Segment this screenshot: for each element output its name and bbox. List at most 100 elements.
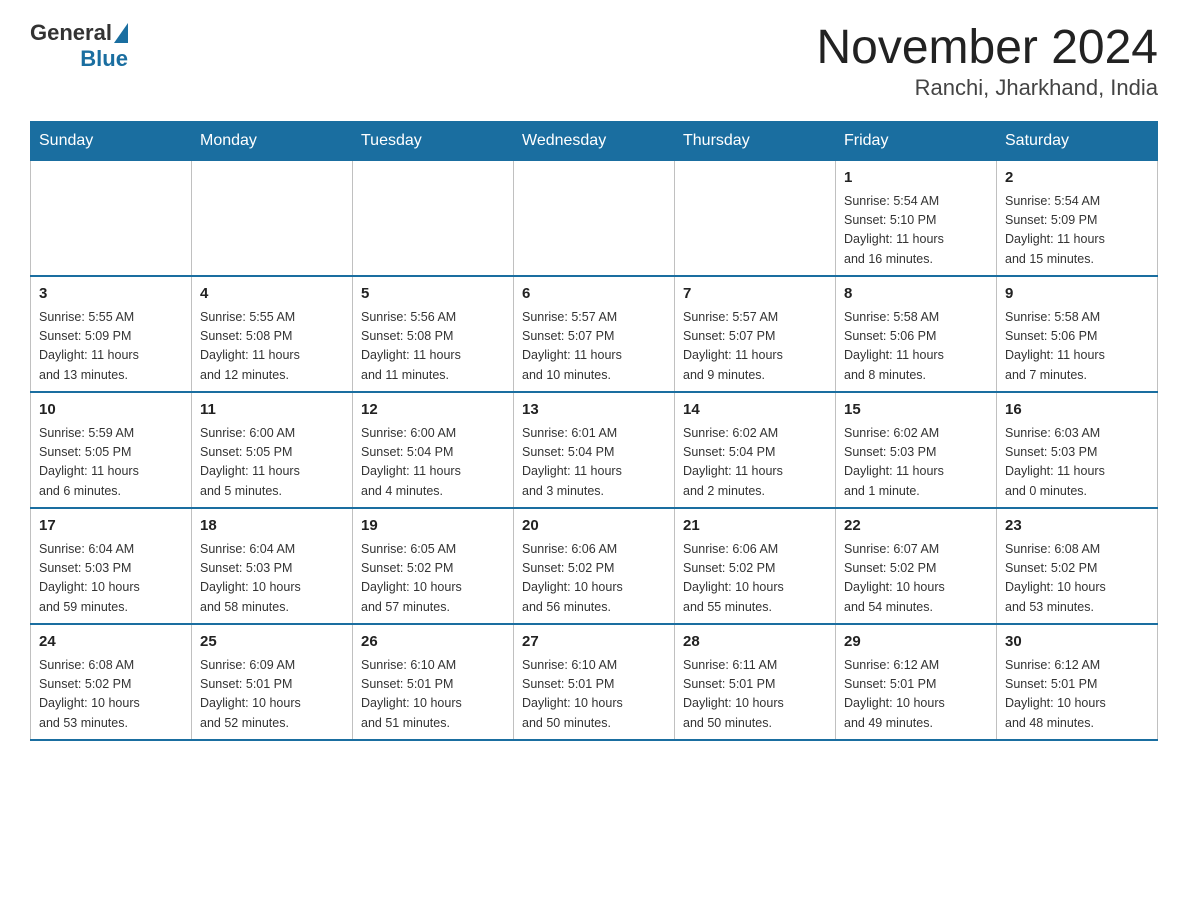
- day-info: Sunrise: 5:58 AMSunset: 5:06 PMDaylight:…: [1005, 308, 1149, 386]
- logo-blue-text: Blue: [80, 46, 128, 71]
- day-info: Sunrise: 5:57 AMSunset: 5:07 PMDaylight:…: [683, 308, 827, 386]
- day-number: 5: [361, 283, 505, 306]
- day-cell: [192, 161, 353, 277]
- day-info: Sunrise: 6:09 AMSunset: 5:01 PMDaylight:…: [200, 656, 344, 734]
- day-info: Sunrise: 6:08 AMSunset: 5:02 PMDaylight:…: [1005, 540, 1149, 618]
- day-info: Sunrise: 6:07 AMSunset: 5:02 PMDaylight:…: [844, 540, 988, 618]
- day-info: Sunrise: 6:08 AMSunset: 5:02 PMDaylight:…: [39, 656, 183, 734]
- day-info: Sunrise: 6:00 AMSunset: 5:04 PMDaylight:…: [361, 424, 505, 502]
- day-info: Sunrise: 6:10 AMSunset: 5:01 PMDaylight:…: [522, 656, 666, 734]
- day-number: 4: [200, 283, 344, 306]
- logo: General Blue: [30, 20, 128, 72]
- day-number: 23: [1005, 515, 1149, 538]
- day-info: Sunrise: 6:05 AMSunset: 5:02 PMDaylight:…: [361, 540, 505, 618]
- calendar-title: November 2024: [816, 20, 1158, 75]
- day-info: Sunrise: 5:56 AMSunset: 5:08 PMDaylight:…: [361, 308, 505, 386]
- week-row-4: 17Sunrise: 6:04 AMSunset: 5:03 PMDayligh…: [31, 508, 1158, 624]
- day-number: 20: [522, 515, 666, 538]
- day-cell: 19Sunrise: 6:05 AMSunset: 5:02 PMDayligh…: [353, 508, 514, 624]
- logo-triangle-icon: [114, 23, 128, 43]
- weekday-header-thursday: Thursday: [675, 122, 836, 161]
- day-info: Sunrise: 6:04 AMSunset: 5:03 PMDaylight:…: [200, 540, 344, 618]
- day-number: 21: [683, 515, 827, 538]
- day-cell: 20Sunrise: 6:06 AMSunset: 5:02 PMDayligh…: [514, 508, 675, 624]
- day-cell: 5Sunrise: 5:56 AMSunset: 5:08 PMDaylight…: [353, 276, 514, 392]
- day-cell: 3Sunrise: 5:55 AMSunset: 5:09 PMDaylight…: [31, 276, 192, 392]
- day-cell: 25Sunrise: 6:09 AMSunset: 5:01 PMDayligh…: [192, 624, 353, 740]
- day-cell: 15Sunrise: 6:02 AMSunset: 5:03 PMDayligh…: [836, 392, 997, 508]
- day-number: 6: [522, 283, 666, 306]
- day-number: 27: [522, 631, 666, 654]
- day-cell: [675, 161, 836, 277]
- day-cell: 9Sunrise: 5:58 AMSunset: 5:06 PMDaylight…: [997, 276, 1158, 392]
- week-row-3: 10Sunrise: 5:59 AMSunset: 5:05 PMDayligh…: [31, 392, 1158, 508]
- day-cell: 13Sunrise: 6:01 AMSunset: 5:04 PMDayligh…: [514, 392, 675, 508]
- day-number: 9: [1005, 283, 1149, 306]
- day-number: 17: [39, 515, 183, 538]
- day-cell: 4Sunrise: 5:55 AMSunset: 5:08 PMDaylight…: [192, 276, 353, 392]
- day-number: 11: [200, 399, 344, 422]
- day-cell: 11Sunrise: 6:00 AMSunset: 5:05 PMDayligh…: [192, 392, 353, 508]
- day-number: 1: [844, 167, 988, 190]
- day-info: Sunrise: 5:55 AMSunset: 5:09 PMDaylight:…: [39, 308, 183, 386]
- day-info: Sunrise: 6:03 AMSunset: 5:03 PMDaylight:…: [1005, 424, 1149, 502]
- calendar-table: SundayMondayTuesdayWednesdayThursdayFrid…: [30, 121, 1158, 741]
- day-cell: 28Sunrise: 6:11 AMSunset: 5:01 PMDayligh…: [675, 624, 836, 740]
- day-number: 19: [361, 515, 505, 538]
- day-cell: 8Sunrise: 5:58 AMSunset: 5:06 PMDaylight…: [836, 276, 997, 392]
- day-cell: 7Sunrise: 5:57 AMSunset: 5:07 PMDaylight…: [675, 276, 836, 392]
- day-number: 16: [1005, 399, 1149, 422]
- title-block: November 2024 Ranchi, Jharkhand, India: [816, 20, 1158, 101]
- day-cell: 24Sunrise: 6:08 AMSunset: 5:02 PMDayligh…: [31, 624, 192, 740]
- day-number: 22: [844, 515, 988, 538]
- weekday-header-saturday: Saturday: [997, 122, 1158, 161]
- day-cell: [31, 161, 192, 277]
- day-number: 10: [39, 399, 183, 422]
- day-cell: 21Sunrise: 6:06 AMSunset: 5:02 PMDayligh…: [675, 508, 836, 624]
- day-number: 30: [1005, 631, 1149, 654]
- week-row-5: 24Sunrise: 6:08 AMSunset: 5:02 PMDayligh…: [31, 624, 1158, 740]
- weekday-header-monday: Monday: [192, 122, 353, 161]
- day-cell: 26Sunrise: 6:10 AMSunset: 5:01 PMDayligh…: [353, 624, 514, 740]
- day-info: Sunrise: 5:54 AMSunset: 5:10 PMDaylight:…: [844, 192, 988, 270]
- day-number: 14: [683, 399, 827, 422]
- day-number: 2: [1005, 167, 1149, 190]
- calendar-subtitle: Ranchi, Jharkhand, India: [816, 75, 1158, 101]
- day-number: 18: [200, 515, 344, 538]
- day-info: Sunrise: 6:11 AMSunset: 5:01 PMDaylight:…: [683, 656, 827, 734]
- day-info: Sunrise: 5:57 AMSunset: 5:07 PMDaylight:…: [522, 308, 666, 386]
- day-cell: 29Sunrise: 6:12 AMSunset: 5:01 PMDayligh…: [836, 624, 997, 740]
- day-cell: 27Sunrise: 6:10 AMSunset: 5:01 PMDayligh…: [514, 624, 675, 740]
- day-info: Sunrise: 6:04 AMSunset: 5:03 PMDaylight:…: [39, 540, 183, 618]
- day-cell: 17Sunrise: 6:04 AMSunset: 5:03 PMDayligh…: [31, 508, 192, 624]
- weekday-header-tuesday: Tuesday: [353, 122, 514, 161]
- day-info: Sunrise: 5:55 AMSunset: 5:08 PMDaylight:…: [200, 308, 344, 386]
- day-number: 7: [683, 283, 827, 306]
- day-info: Sunrise: 6:00 AMSunset: 5:05 PMDaylight:…: [200, 424, 344, 502]
- logo-general-text: General: [30, 20, 112, 46]
- day-number: 13: [522, 399, 666, 422]
- day-cell: [514, 161, 675, 277]
- day-info: Sunrise: 6:02 AMSunset: 5:04 PMDaylight:…: [683, 424, 827, 502]
- day-number: 8: [844, 283, 988, 306]
- day-number: 24: [39, 631, 183, 654]
- week-row-1: 1Sunrise: 5:54 AMSunset: 5:10 PMDaylight…: [31, 161, 1158, 277]
- day-cell: [353, 161, 514, 277]
- day-number: 3: [39, 283, 183, 306]
- day-cell: 6Sunrise: 5:57 AMSunset: 5:07 PMDaylight…: [514, 276, 675, 392]
- day-cell: 16Sunrise: 6:03 AMSunset: 5:03 PMDayligh…: [997, 392, 1158, 508]
- weekday-header-wednesday: Wednesday: [514, 122, 675, 161]
- day-cell: 10Sunrise: 5:59 AMSunset: 5:05 PMDayligh…: [31, 392, 192, 508]
- day-number: 29: [844, 631, 988, 654]
- day-cell: 30Sunrise: 6:12 AMSunset: 5:01 PMDayligh…: [997, 624, 1158, 740]
- day-number: 26: [361, 631, 505, 654]
- day-number: 25: [200, 631, 344, 654]
- day-info: Sunrise: 5:54 AMSunset: 5:09 PMDaylight:…: [1005, 192, 1149, 270]
- day-info: Sunrise: 6:06 AMSunset: 5:02 PMDaylight:…: [522, 540, 666, 618]
- day-cell: 14Sunrise: 6:02 AMSunset: 5:04 PMDayligh…: [675, 392, 836, 508]
- day-info: Sunrise: 6:02 AMSunset: 5:03 PMDaylight:…: [844, 424, 988, 502]
- day-info: Sunrise: 6:12 AMSunset: 5:01 PMDaylight:…: [844, 656, 988, 734]
- week-row-2: 3Sunrise: 5:55 AMSunset: 5:09 PMDaylight…: [31, 276, 1158, 392]
- weekday-header-friday: Friday: [836, 122, 997, 161]
- day-number: 12: [361, 399, 505, 422]
